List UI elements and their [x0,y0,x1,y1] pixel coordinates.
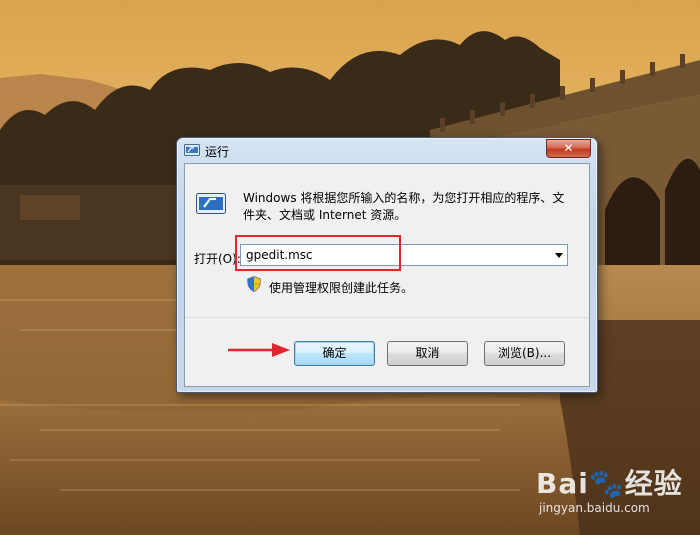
annotation-highlight-box [235,235,401,271]
run-program-icon [196,193,226,214]
dialog-description: Windows 将根据您所输入的名称，为您打开相应的程序、文件夹、文档或 Int… [243,191,565,222]
watermark-url: jingyan.baidu.com [539,501,650,515]
watermark-logo: Bai🐾经验 [536,467,683,500]
open-label: 打开(O): [194,252,241,266]
close-button[interactable]: ✕ [546,139,591,158]
uac-shield-icon [247,276,261,292]
title-bar[interactable]: 运行 ✕ [177,138,597,162]
chevron-down-icon[interactable] [555,253,563,258]
annotation-arrow-icon [228,343,290,357]
browse-button[interactable]: 浏览(B)... [484,341,565,366]
cancel-button[interactable]: 取消 [387,341,468,366]
admin-note: 使用管理权限创建此任务。 [269,281,414,295]
dialog-title: 运行 [205,145,230,159]
ok-button[interactable]: 确定 [294,341,375,366]
run-app-icon [184,144,200,156]
baidu-watermark: Bai🐾经验 jingyan.baidu.com [536,462,686,522]
